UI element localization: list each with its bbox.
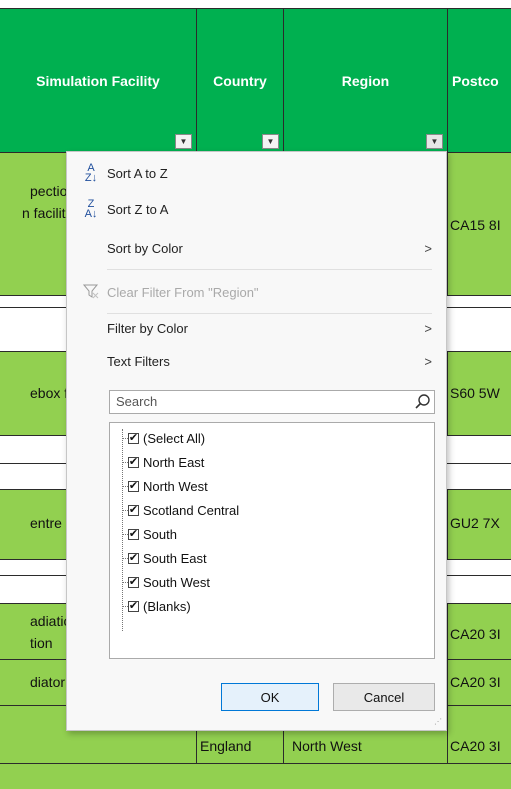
header-label: Region (341, 72, 390, 89)
list-item-label: Scotland Central (143, 502, 240, 518)
sheet-top-row (0, 0, 511, 9)
cell-text: CA20 3I (450, 674, 501, 690)
cell-text: CA20 3I (450, 626, 501, 642)
menu-clear-filter[interactable]: Clear Filter From "Region" (67, 277, 446, 307)
search-icon (414, 393, 432, 411)
list-item-label: South East (143, 550, 207, 566)
header-label: Postco (452, 72, 499, 89)
list-item-label: (Blanks) (143, 598, 191, 614)
menu-label: Clear Filter From "Region" (107, 284, 259, 300)
ok-button[interactable]: OK (221, 683, 319, 711)
partial-row[interactable] (0, 764, 511, 789)
tree-line (122, 429, 124, 631)
list-item[interactable]: ✔ (Blanks) (122, 594, 191, 618)
menu-label: Sort Z to A (107, 201, 169, 217)
cell-text: entre (30, 515, 62, 531)
cell-text: S60 5W (450, 385, 500, 401)
list-item[interactable]: ✔ South (122, 522, 177, 546)
chevron-right-icon: > (424, 353, 432, 369)
checkbox[interactable]: ✔ (128, 576, 139, 588)
list-item-label: South (143, 526, 177, 542)
filter-dropdown-country[interactable]: ▼ (262, 134, 279, 149)
cell-text: CA20 3I (450, 738, 501, 754)
list-item[interactable]: ✔ South East (122, 546, 207, 570)
chevron-down-icon: ▼ (179, 137, 188, 146)
cell-postcode-r6[interactable] (448, 706, 511, 764)
list-item[interactable]: ✔ (Select All) (122, 426, 206, 450)
header-country[interactable]: Country (197, 9, 284, 153)
checkbox[interactable]: ✔ (128, 432, 139, 444)
header-simulation-facility[interactable]: Simulation Facility (0, 9, 197, 153)
filter-values-list[interactable]: ✔ (Select All) ✔ North East ✔ North West ✔ S… (109, 422, 435, 659)
list-item-label: North East (143, 454, 205, 470)
cell-text: North West (292, 738, 362, 754)
chevron-right-icon: > (424, 240, 432, 256)
checkbox[interactable]: ✔ (128, 456, 139, 468)
menu-label: Filter by Color (107, 320, 188, 336)
checkbox[interactable]: ✔ (128, 600, 139, 612)
filter-dropdown-facility[interactable]: ▼ (175, 134, 192, 149)
sort-ascending-icon: A Z↓ (84, 162, 98, 184)
checkbox[interactable]: ✔ (128, 480, 139, 492)
chevron-right-icon: > (424, 320, 432, 336)
checkbox[interactable]: ✔ (128, 504, 139, 516)
menu-filter-by-color[interactable]: Filter by Color > (67, 313, 446, 343)
checkbox[interactable]: ✔ (128, 552, 139, 564)
menu-label: Text Filters (107, 353, 170, 369)
menu-separator (107, 269, 432, 270)
cell-text: GU2 7X (450, 515, 500, 531)
sort-descending-icon: Z A↓ (84, 198, 98, 220)
list-item-label: South West (143, 574, 210, 590)
menu-sort-a-to-z[interactable]: A Z↓ Sort A to Z (67, 158, 446, 188)
clear-filter-icon (81, 283, 101, 301)
menu-sort-z-to-a[interactable]: Z A↓ Sort Z to A (67, 194, 446, 224)
menu-text-filters[interactable]: Text Filters > (67, 346, 446, 376)
cell-text: diator (30, 674, 66, 690)
cell-text: tion (30, 635, 53, 651)
list-item-label: North West (143, 478, 208, 494)
menu-label: Sort by Color (107, 240, 183, 256)
resize-grip-icon[interactable]: ⋰ (434, 717, 442, 726)
cell-text: CA15 8I (450, 217, 501, 233)
menu-label: Sort A to Z (107, 165, 168, 181)
filter-dropdown-region[interactable]: ▼ (426, 134, 443, 149)
header-label: Simulation Facility (36, 72, 160, 89)
header-region[interactable]: Region (284, 9, 448, 153)
header-label: Country (213, 72, 267, 89)
list-item[interactable]: ✔ North East (122, 450, 205, 474)
header-postcode[interactable]: Postco (448, 9, 511, 153)
cell-text: n facilit (22, 205, 66, 221)
chevron-down-icon: ▼ (430, 137, 439, 146)
cancel-button[interactable]: Cancel (333, 683, 435, 711)
list-item[interactable]: ✔ South West (122, 570, 210, 594)
chevron-down-icon: ▼ (266, 137, 275, 146)
list-item[interactable]: ✔ North West (122, 474, 208, 498)
list-item[interactable]: ✔ Scotland Central (122, 498, 240, 522)
list-item-label: (Select All) (143, 430, 206, 446)
menu-sort-by-color[interactable]: Sort by Color > (67, 233, 446, 263)
search-input[interactable]: Search (109, 390, 435, 414)
filter-menu: A Z↓ Sort A to Z Z A↓ Sort Z to A Sort by … (66, 151, 447, 731)
checkbox[interactable]: ✔ (128, 528, 139, 540)
cell-text: England (200, 738, 252, 754)
